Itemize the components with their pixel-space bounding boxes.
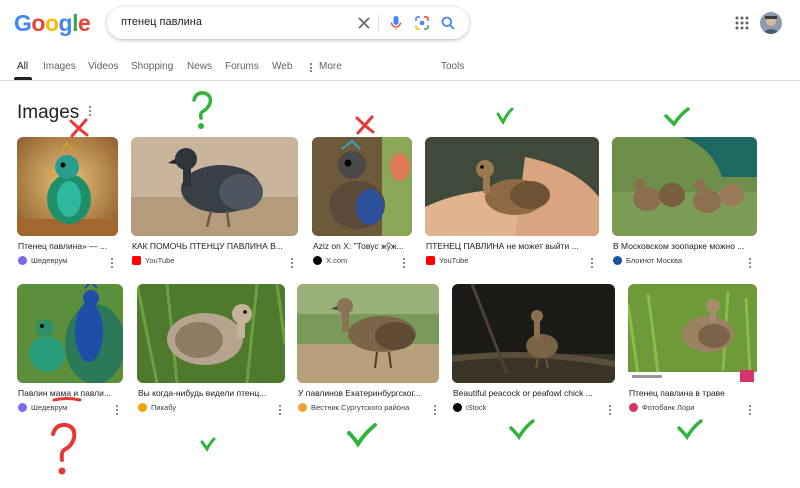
result-options-icon[interactable] <box>590 258 593 268</box>
image-source[interactable]: X.com <box>313 256 347 265</box>
image-thumbnail[interactable] <box>17 284 123 383</box>
source-favicon-icon <box>298 403 307 412</box>
red-underline-mark <box>52 397 82 402</box>
source-name: Шедеврум <box>31 256 68 265</box>
image-source[interactable]: Фотобанк Лори <box>629 403 695 412</box>
image-source[interactable]: iStock <box>453 403 486 412</box>
result-options-icon[interactable] <box>433 405 436 415</box>
source-name: Пикабу <box>151 403 177 412</box>
logo-letter: e <box>77 10 91 36</box>
result-options-icon[interactable] <box>748 258 751 268</box>
tab-videos[interactable]: Videos <box>88 61 118 72</box>
red-cross-mark-icon <box>69 118 89 138</box>
green-check-mark-icon <box>200 437 216 452</box>
image-caption[interactable]: В Московском зоопарке можно ... <box>613 241 757 251</box>
green-check-mark-icon <box>509 419 535 440</box>
logo-letter: G <box>14 10 32 36</box>
image-thumbnail[interactable] <box>452 284 615 383</box>
image-thumbnail[interactable] <box>297 284 439 383</box>
source-name: Блокнот Москва <box>626 256 683 265</box>
image-caption[interactable]: Вы когда-нибудь видели птенц... <box>138 388 284 398</box>
image-caption[interactable]: Птенец павлина в траве <box>629 388 756 398</box>
red-question-mark-icon <box>51 422 77 475</box>
image-thumbnail[interactable] <box>137 284 285 383</box>
image-caption[interactable]: Beautiful peacock or peafowl chick ... <box>453 388 613 398</box>
more-options-icon[interactable] <box>88 106 91 116</box>
more-dots-icon <box>309 63 312 72</box>
green-question-mark-icon <box>192 91 213 129</box>
apps-grid-icon[interactable] <box>734 15 750 31</box>
red-cross-mark-icon <box>355 115 375 135</box>
search-input[interactable]: птенец павлина <box>121 16 202 28</box>
image-caption[interactable]: КАК ПОМОЧЬ ПТЕНЦУ ПАВЛИНА В... <box>132 241 298 251</box>
source-name: YouTube <box>145 256 175 265</box>
result-options-icon[interactable] <box>402 258 405 268</box>
result-options-icon[interactable] <box>608 405 611 415</box>
image-thumbnail[interactable] <box>312 137 412 236</box>
youtube-icon <box>426 256 435 265</box>
image-thumbnail[interactable] <box>628 284 757 383</box>
logo-letter: o <box>31 10 45 36</box>
voice-search-icon[interactable] <box>387 14 405 32</box>
image-source[interactable]: Шедеврум <box>18 256 67 265</box>
source-name: X.com <box>326 256 348 265</box>
green-check-mark-icon <box>664 107 690 127</box>
tab-web[interactable]: Web <box>272 61 292 72</box>
logo-letter: g <box>58 10 73 36</box>
google-logo[interactable]: Google <box>14 10 91 37</box>
istock-icon <box>453 403 462 412</box>
source-favicon-icon <box>629 403 638 412</box>
green-check-mark-icon <box>496 107 514 125</box>
source-name: iStock <box>466 403 487 412</box>
source-name: Фотобанк Лори <box>642 403 695 412</box>
divider <box>378 15 379 31</box>
image-thumbnail[interactable] <box>612 137 757 236</box>
source-favicon-icon <box>18 256 27 265</box>
tab-shopping[interactable]: Shopping <box>131 61 173 72</box>
result-options-icon[interactable] <box>278 405 281 415</box>
image-source[interactable]: Блокнот Москва <box>613 256 682 265</box>
image-caption[interactable]: Aziz on X: "Товус жўж... <box>313 241 412 251</box>
source-name: Вестник Сургутского района <box>311 403 410 412</box>
image-thumbnail[interactable] <box>17 137 118 236</box>
search-tabs <box>0 58 800 81</box>
result-options-icon[interactable] <box>748 405 751 415</box>
logo-letter: o <box>44 10 59 36</box>
green-check-mark-icon <box>677 419 703 440</box>
image-caption[interactable]: У павлинов Екатеринбургског... <box>298 388 438 398</box>
image-source[interactable]: YouTube <box>132 256 174 265</box>
image-caption[interactable]: ПТЕНЕЦ ПАВЛИНА не может выйти ... <box>426 241 596 251</box>
tab-news[interactable]: News <box>187 61 212 72</box>
result-options-icon[interactable] <box>290 258 293 268</box>
account-avatar[interactable] <box>760 12 782 34</box>
source-favicon-icon <box>18 403 27 412</box>
tab-more[interactable]: More <box>319 61 342 72</box>
search-icon[interactable] <box>439 14 457 32</box>
green-check-mark-icon <box>347 423 377 448</box>
image-source[interactable]: YouTube <box>426 256 468 265</box>
source-favicon-icon <box>613 256 622 265</box>
result-options-icon[interactable] <box>110 258 113 268</box>
source-name: YouTube <box>439 256 469 265</box>
youtube-icon <box>132 256 141 265</box>
lens-search-icon[interactable] <box>413 14 431 32</box>
result-options-icon[interactable] <box>115 405 118 415</box>
active-tab-indicator <box>14 77 32 80</box>
image-thumbnail[interactable] <box>425 137 599 236</box>
tab-all[interactable]: All <box>17 61 28 72</box>
image-source[interactable]: Вестник Сургутского района <box>298 403 409 412</box>
tab-images[interactable]: Images <box>43 61 76 72</box>
source-favicon-icon <box>138 403 147 412</box>
image-caption[interactable]: Птенец павлина» — ... <box>18 241 118 251</box>
image-source[interactable]: Пикабу <box>138 403 176 412</box>
x-logo-icon <box>313 256 322 265</box>
tools-button[interactable]: Tools <box>441 61 464 72</box>
tab-forums[interactable]: Forums <box>225 61 259 72</box>
image-thumbnail[interactable] <box>131 137 298 236</box>
search-box[interactable]: птенец павлина <box>107 7 469 39</box>
clear-icon[interactable] <box>355 14 373 32</box>
